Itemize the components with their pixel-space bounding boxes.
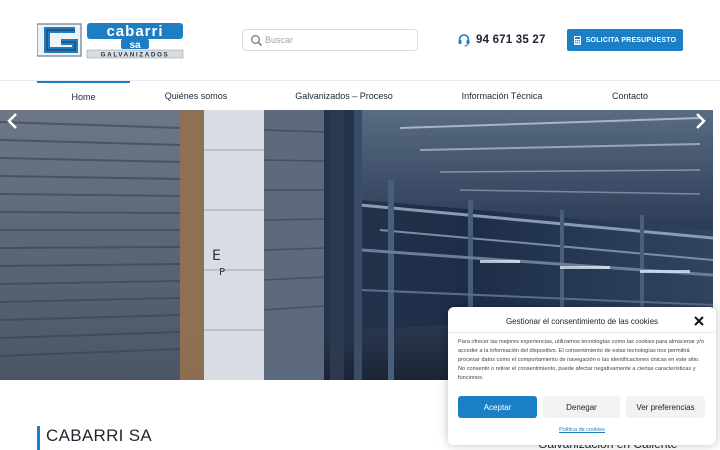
search-icon [251,35,263,47]
cookie-dialog-divider [448,332,716,333]
search-input[interactable] [265,32,413,48]
svg-text:E: E [212,248,221,264]
chevron-right-icon[interactable] [692,110,708,132]
nav-item-label: Quiénes somos [164,91,228,101]
request-quote-button[interactable]: SOLICITA PRESUPUESTO [567,29,683,51]
nav-item-label: Contacto [611,91,649,101]
phone-contact[interactable]: 94 671 35 27 [457,32,546,48]
request-quote-label: SOLICITA PRESUPUESTO [585,36,677,44]
site-header: cabarri sa GALVANIZADOS 94 671 35 27 [0,0,720,80]
svg-text:P: P [219,267,225,278]
cookie-dialog-body: Para ofrecer las mejores experiencias, u… [458,339,704,381]
nav-item-label: Home [71,92,96,102]
view-preferences-button[interactable]: Ver preferencias [626,396,705,418]
chevron-left-icon[interactable] [5,110,21,132]
nav-item-home[interactable]: Home [37,81,130,111]
nav-item-label: Información Técnica [461,91,543,101]
search-box[interactable] [242,29,418,51]
nav-item-galvanizados-proceso[interactable]: Galvanizados – Proceso [284,81,404,111]
cookie-dialog-title: Gestionar el consentimiento de las cooki… [505,317,659,326]
logo-graphic: cabarri sa GALVANIZADOS [36,23,184,59]
company-heading-text: CABARRI SA [46,426,152,445]
nav-item-informacion-tecnica[interactable]: Información Técnica [448,81,556,111]
svg-text:cabarri: cabarri [106,23,163,40]
nav-item-contacto[interactable]: Contacto [600,81,660,111]
deny-cookies-button[interactable]: Denegar [543,396,620,418]
headset-icon [458,34,470,47]
nav-item-quienes-somos[interactable]: Quiénes somos [146,81,246,111]
company-heading: CABARRI SA [37,426,152,450]
accept-cookies-button[interactable]: Aceptar [458,396,537,418]
main-navigation: Home Quiénes somos Galvanizados – Proces… [0,80,720,110]
cookie-consent-dialog: Gestionar el consentimiento de las cooki… [448,307,716,445]
close-icon[interactable] [694,316,704,326]
phone-number[interactable]: 94 671 35 27 [476,34,546,46]
calculator-icon [573,35,581,45]
site-logo[interactable]: cabarri sa GALVANIZADOS [36,21,187,59]
cookie-policy-link[interactable]: Política de cookies [448,427,716,433]
svg-text:GALVANIZADOS: GALVANIZADOS [101,52,170,59]
nav-item-label: Galvanizados – Proceso [295,91,393,101]
svg-text:sa: sa [129,40,141,51]
